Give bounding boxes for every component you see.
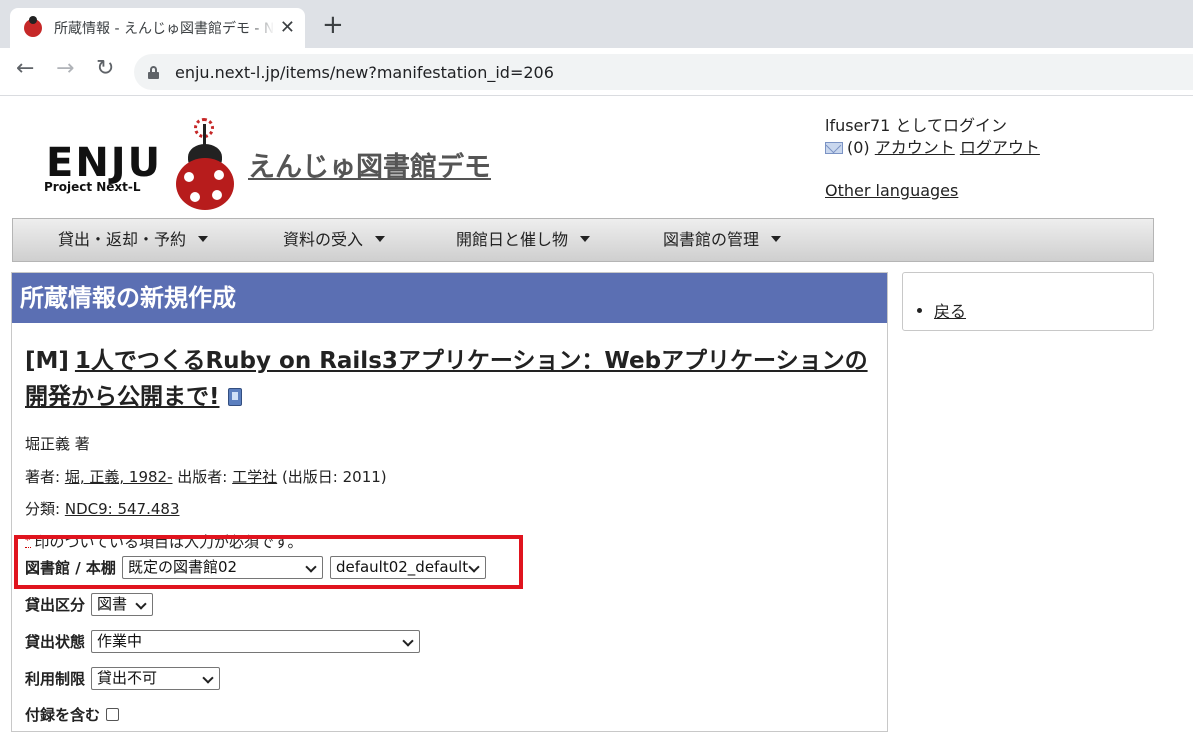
circulation-status-select[interactable]: 作業中	[91, 629, 421, 653]
menu-item-events[interactable]: 開館日と催し物	[456, 219, 591, 261]
menu-item-library-admin[interactable]: 図書館の管理	[663, 219, 782, 261]
login-status: lfuser71 としてログイン	[825, 116, 1007, 135]
browser-tab-bar: 所蔵情報 - えんじゅ図書館デモ - Next-L Enju ✕ +	[0, 0, 1193, 48]
other-languages-link[interactable]: Other languages	[825, 181, 958, 200]
creator-label: 著者:	[25, 468, 61, 486]
site-title-link[interactable]: えんじゅ図書館デモ	[248, 145, 491, 184]
forward-arrow-icon[interactable]: →	[56, 58, 74, 80]
menu-item-label: 開館日と催し物	[456, 230, 569, 249]
login-box: lfuser71 としてログイン (0) アカウント ログアウト	[825, 115, 1040, 159]
material-type-prefix: [M]	[25, 348, 69, 374]
menu-item-circulation[interactable]: 貸出・返却・予約	[58, 219, 209, 261]
include-supplements-checkbox[interactable]	[106, 707, 120, 721]
mail-icon[interactable]	[825, 142, 843, 154]
ladybug-antenna-icon	[203, 124, 206, 146]
bullet-icon	[917, 308, 922, 313]
circulation-status-row: 貸出状態 作業中	[25, 629, 427, 653]
caret-down-icon	[198, 236, 209, 242]
account-link[interactable]: アカウント	[875, 138, 955, 157]
classification-link[interactable]: NDC9: 547.483	[65, 500, 180, 518]
required-notice-text: 印のついている項目は入力が必須です。	[34, 533, 303, 551]
library-shelf-label: 図書館 / 本棚	[25, 558, 116, 577]
creator-link[interactable]: 堀, 正義, 1982-	[65, 468, 173, 486]
checkout-type-label: 貸出区分	[25, 595, 86, 614]
message-count: (0)	[847, 138, 870, 157]
book-title: [M] 1人でつくるRuby on Rails3アプリケーション：Webアプリケー…	[25, 343, 870, 415]
book-icon	[227, 388, 242, 406]
creator-publisher-line: 著者: 堀, 正義, 1982- 出版者: 工学社 (出版日: 2011)	[25, 466, 387, 487]
library-shelf-row: 図書館 / 本棚 既定の図書館02 default02_default	[25, 555, 493, 579]
use-restriction-row: 利用制限 貸出不可	[25, 666, 227, 690]
menu-item-label: 資料の受入	[283, 230, 364, 249]
circulation-status-label: 貸出状態	[25, 632, 86, 651]
checkout-type-select[interactable]: 図書	[91, 592, 154, 616]
caret-down-icon	[580, 236, 591, 242]
publisher-label: 出版者:	[177, 468, 228, 486]
sidebar-item-back: 戻る	[917, 298, 966, 322]
menu-item-label: 図書館の管理	[663, 230, 760, 249]
page-title: 所蔵情報の新規作成	[12, 273, 887, 323]
include-supplements-label: 付録を含む	[25, 705, 101, 724]
statement-of-responsibility: 堀正義 著	[25, 435, 90, 453]
shelf-select[interactable]: default02_default	[329, 555, 486, 579]
book-title-link[interactable]: 1人でつくるRuby on Rails3アプリケーション：Webアプリケーション…	[25, 348, 868, 410]
required-mark: *	[25, 534, 31, 548]
required-notice: * 印のついている項目は入力が必須です。	[25, 531, 303, 552]
main-menu: 貸出・返却・予約 資料の受入 開館日と催し物 図書館の管理	[12, 218, 1154, 262]
browser-toolbar: ← → ↻ enju.next-l.jp/items/new?manifesta…	[0, 48, 1193, 96]
include-supplements-row: 付録を含む	[25, 702, 120, 726]
menu-item-label: 貸出・返却・予約	[58, 230, 187, 249]
ladybug-icon	[176, 158, 234, 210]
logo-subtitle: Project Next-L	[44, 180, 141, 194]
sidebar: 戻る	[902, 272, 1154, 331]
pub-date: (出版日: 2011)	[281, 468, 387, 486]
use-restriction-label: 利用制限	[25, 669, 86, 688]
publisher-link[interactable]: 工学社	[232, 468, 277, 486]
main-content: 所蔵情報の新規作成 [M] 1人でつくるRuby on Rails3アプリケーショ…	[11, 272, 888, 732]
classification-line: 分類: NDC9: 547.483	[25, 498, 179, 519]
back-arrow-icon[interactable]: ←	[16, 58, 34, 80]
tab-title: 所蔵情報 - えんじゅ図書館デモ - Next-L Enju	[54, 18, 274, 38]
caret-down-icon	[771, 236, 782, 242]
caret-down-icon	[375, 236, 386, 242]
classification-label: 分類:	[25, 500, 61, 518]
menu-item-acquisition[interactable]: 資料の受入	[283, 219, 386, 261]
site-logo[interactable]: ENJU Project Next-L	[40, 118, 240, 214]
ladybug-favicon-icon	[24, 16, 42, 37]
use-restriction-select[interactable]: 貸出不可	[91, 666, 221, 690]
browser-tab[interactable]: 所蔵情報 - えんじゅ図書館デモ - Next-L Enju ✕	[10, 8, 305, 48]
checkout-type-row: 貸出区分 図書	[25, 592, 160, 616]
reload-icon[interactable]: ↻	[96, 58, 114, 80]
back-link[interactable]: 戻る	[934, 302, 966, 321]
new-tab-icon[interactable]: +	[322, 12, 344, 38]
close-icon[interactable]: ✕	[280, 19, 295, 37]
logout-link[interactable]: ログアウト	[960, 138, 1040, 157]
address-bar[interactable]: enju.next-l.jp/items/new?manifestation_i…	[134, 54, 1193, 90]
library-select[interactable]: 既定の図書館02	[121, 555, 323, 579]
lock-icon[interactable]	[148, 65, 159, 79]
url-text[interactable]: enju.next-l.jp/items/new?manifestation_i…	[175, 63, 554, 82]
